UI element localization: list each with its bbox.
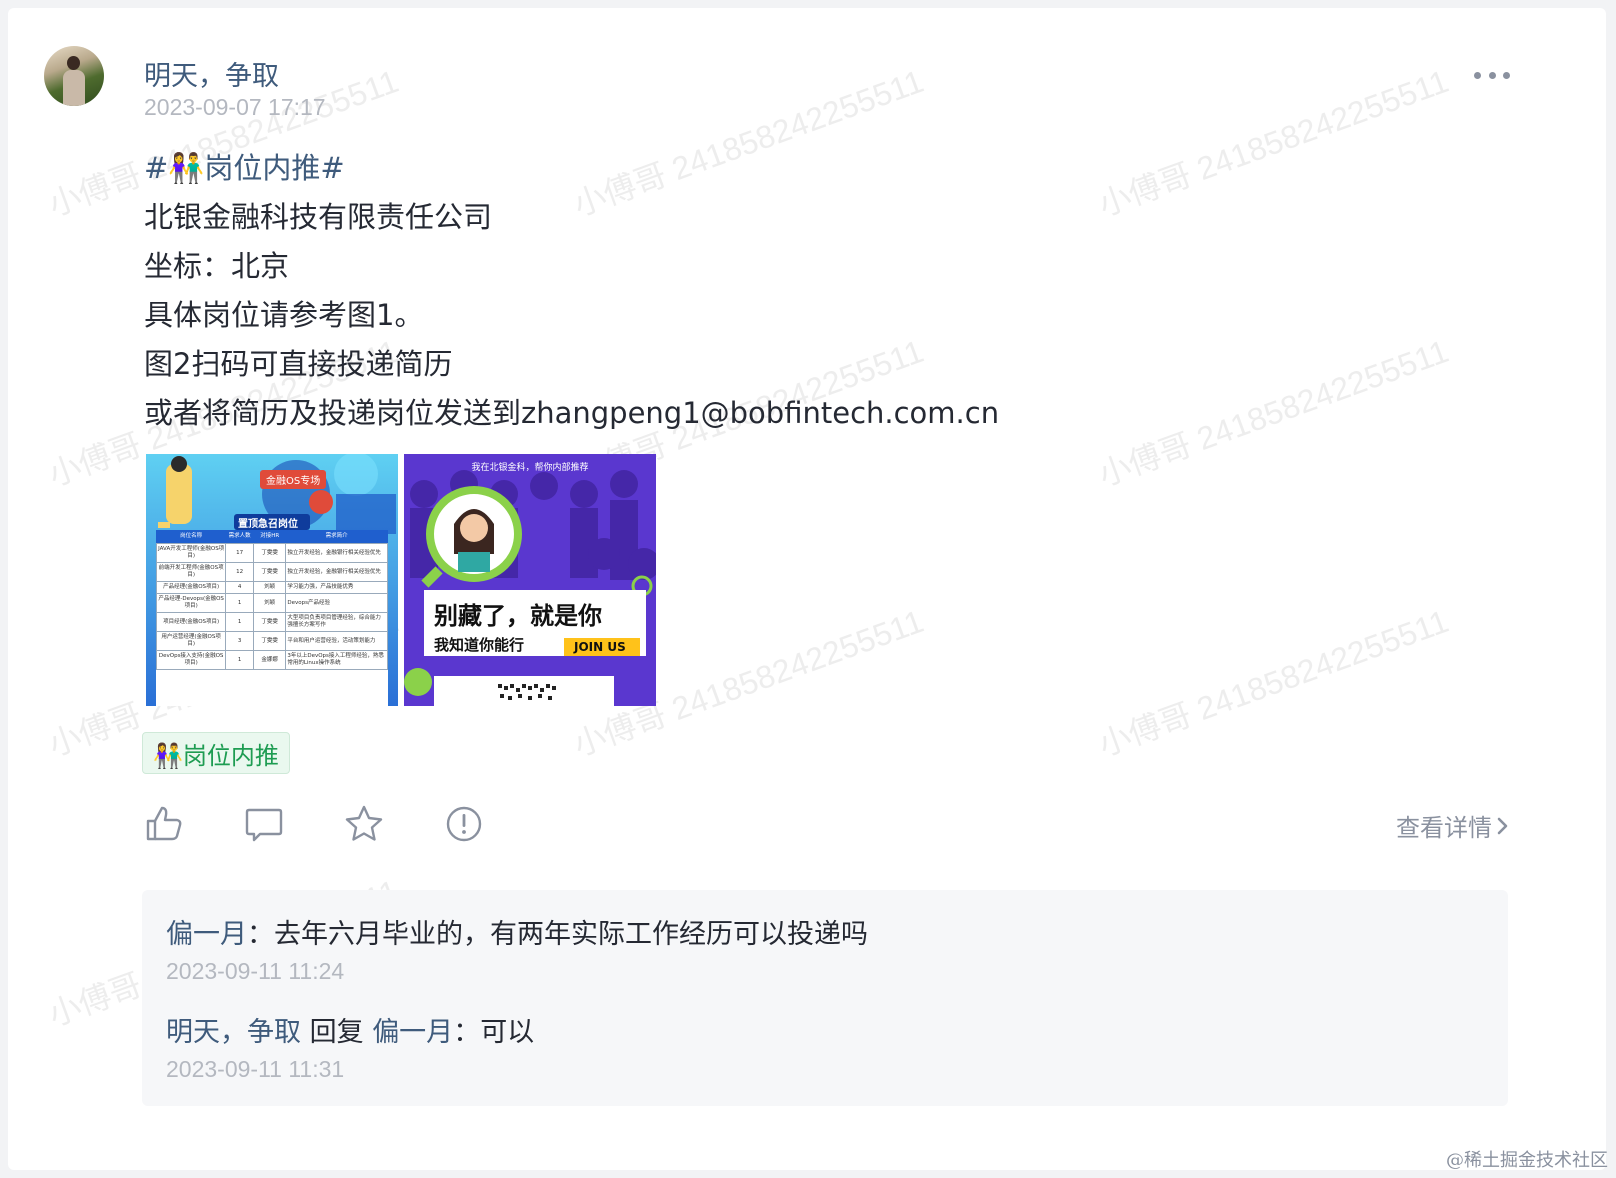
- like-icon[interactable]: [144, 804, 184, 844]
- comment-text: 可以: [480, 1017, 535, 1048]
- table-row: JAVA开发工程师(金融OS项目) 17 丁雯雯 独立开发经验，金融银行相关经验优先: [155, 543, 388, 563]
- view-detail-link[interactable]: 查看详情: [1396, 808, 1510, 843]
- comment-item: 偏一月：去年六月毕业的，有两年实际工作经历可以投递吗: [166, 912, 868, 951]
- table-cell: 刘颖: [253, 593, 287, 613]
- table-cell: 前端开发工程师(金融OS项目): [155, 562, 227, 582]
- recruit-poster-graphic: [404, 454, 656, 706]
- comment-icon[interactable]: [244, 804, 284, 844]
- dot: [1488, 71, 1496, 79]
- post-image-job-list[interactable]: 金融OS专场 置顶急召岗位 岗位名称 需求人数 对接HR 需求简介 JAVA开发…: [146, 454, 398, 706]
- action-bar: [144, 804, 484, 844]
- watermark-text: 小傅哥 241858242255511: [1093, 602, 1454, 763]
- table-cell: 刘颖: [253, 581, 287, 594]
- poster-badge: 金融OS专场: [260, 470, 327, 489]
- poster-join-us: JOIN US: [574, 640, 626, 654]
- table-cell: 1: [225, 650, 255, 670]
- table-row: DevOps接入支持(金融OS项目) 1 金娜娜 3年以上DevOps接入工程师经验，…: [155, 650, 388, 670]
- site-watermark: @稀土掘金技术社区: [1446, 1150, 1608, 1171]
- table-cell: 丁雯雯: [253, 562, 287, 582]
- job-table: 岗位名称 需求人数 对接HR 需求简介 JAVA开发工程师(金融OS项目) 17 丁…: [155, 530, 388, 670]
- comment-time: 2023-09-11 11:24: [166, 958, 345, 984]
- watermark-text: 小傅哥 241858242255511: [1093, 332, 1454, 493]
- star-icon[interactable]: [344, 804, 384, 844]
- comment-separator: ：: [453, 1017, 481, 1048]
- table-cell: 独立开发经验，金融银行相关经验优先: [285, 562, 388, 582]
- poster-headline: 别藏了，就是你: [434, 602, 602, 630]
- avatar-body: [63, 70, 85, 106]
- table-row: 产品经理(金融OS项目) 4 刘颖 学习能力强，产品技能优秀: [155, 581, 388, 594]
- reply-target[interactable]: 偏一月: [372, 1017, 453, 1048]
- table-header: 对接HR: [260, 533, 280, 539]
- post-hashtag[interactable]: #👫岗位内推#: [144, 144, 999, 193]
- table-cell: 3: [225, 631, 255, 651]
- poster-banner: 置顶急召岗位: [238, 519, 298, 530]
- dot: [1503, 71, 1510, 79]
- comment-item: 明天，争取 回复 偏一月：可以: [166, 1010, 534, 1049]
- table-cell: 3年以上DevOps接入工程师经验，熟悉常用的Linux操作系统: [285, 650, 388, 670]
- table-cell: JAVA开发工程师(金融OS项目): [155, 543, 227, 563]
- dot: [1474, 71, 1481, 79]
- table-cell: 丁雯雯: [253, 631, 287, 651]
- post-card: 小傅哥 241858242255511 小傅哥 241858242255511 …: [8, 8, 1606, 1170]
- comment-separator: ：: [247, 919, 274, 950]
- report-icon[interactable]: [444, 804, 484, 844]
- poster-top-text: 我在北银金科，帮你内部推荐: [471, 463, 589, 473]
- table-cell: 项目经理(金融OS项目): [155, 612, 227, 632]
- table-cell: 4: [225, 581, 255, 594]
- table-cell: 12: [225, 562, 255, 582]
- comment-time: 2023-09-11 11:31: [166, 1056, 345, 1082]
- comment-author[interactable]: 明天，争取: [166, 1017, 301, 1048]
- table-cell: Devops产品经验: [285, 593, 388, 613]
- post-line-scan: 图2扫码可直接投递简历: [144, 347, 453, 381]
- comment-text: 去年六月毕业的，有两年实际工作经历可以投递吗: [274, 919, 868, 950]
- author-name[interactable]: 明天，争取: [144, 54, 279, 93]
- table-header: 需求简介: [325, 533, 348, 539]
- post-content: #👫岗位内推# 北银金融科技有限责任公司 坐标：北京 具体岗位请参考图1。 图2…: [144, 144, 999, 438]
- post-line-location: 坐标：北京: [144, 249, 290, 283]
- table-cell: 产品经理-Devops(金融OS项目): [155, 593, 227, 613]
- post-time: 2023-09-07 17:17: [144, 94, 326, 120]
- table-row: 用户运营经理(金融OS项目) 3 丁雯雯 平台和用户运营经验，活动策划能力: [155, 631, 388, 651]
- table-cell: DevOps接入支持(金融OS项目): [155, 650, 227, 670]
- table-cell: 金娜娜: [253, 650, 287, 670]
- topic-tag[interactable]: 👫岗位内推: [142, 732, 290, 774]
- table-row: 产品经理-Devops(金融OS项目) 1 刘颖 Devops产品经验: [155, 593, 388, 613]
- post-line-positions: 具体岗位请参考图1。: [144, 298, 424, 332]
- table-cell: 平台和用户运营经验，活动策划能力: [285, 631, 388, 651]
- post-image-recruit-poster[interactable]: 我在北银金科，帮你内部推荐 别藏了，就是你 我知道你能行 JOIN US: [404, 454, 656, 706]
- table-cell: 学习能力强，产品技能优秀: [285, 581, 388, 594]
- post-line-email: 或者将简历及投递岗位发送到zhangpeng1@bobfintech.com.c…: [144, 396, 1000, 430]
- comment-author[interactable]: 偏一月: [166, 919, 247, 950]
- table-cell: 17: [225, 543, 255, 563]
- table-row: 前端开发工程师(金融OS项目) 12 丁雯雯 独立开发经验，金融银行相关经验优先: [155, 562, 388, 582]
- table-cell: 1: [225, 593, 255, 613]
- reply-word: 回复: [309, 1017, 364, 1048]
- post-line-company: 北银金融科技有限责任公司: [144, 200, 493, 234]
- table-row: 项目经理(金融OS项目) 1 丁雯雯 大型项目负责项目管理经验，综合能力强擅长方案写作: [155, 612, 388, 632]
- table-cell: 用户运营经理(金融OS项目): [155, 631, 227, 651]
- table-header: 岗位名称: [180, 533, 203, 539]
- watermark-text: 小傅哥 241858242255511: [1093, 62, 1454, 223]
- table-cell: 1: [225, 612, 255, 632]
- chevron-right-icon: [1497, 817, 1508, 834]
- author-avatar[interactable]: [44, 46, 104, 106]
- table-header: 需求人数: [228, 533, 251, 539]
- poster-subline: 我知道你能行: [434, 636, 525, 654]
- table-cell: 丁雯雯: [253, 612, 287, 632]
- view-detail-label: 查看详情: [1396, 814, 1492, 842]
- comment-panel: 偏一月：去年六月毕业的，有两年实际工作经历可以投递吗 2023-09-11 11…: [142, 890, 1508, 1106]
- table-cell: 独立开发经验，金融银行相关经验优先: [285, 543, 388, 563]
- table-cell: 大型项目负责项目管理经验，综合能力强擅长方案写作: [285, 612, 388, 632]
- avatar-head: [67, 56, 80, 70]
- table-cell: 产品经理(金融OS项目): [155, 581, 227, 594]
- more-options-icon[interactable]: [1474, 68, 1510, 82]
- table-cell: 丁雯雯: [253, 543, 287, 563]
